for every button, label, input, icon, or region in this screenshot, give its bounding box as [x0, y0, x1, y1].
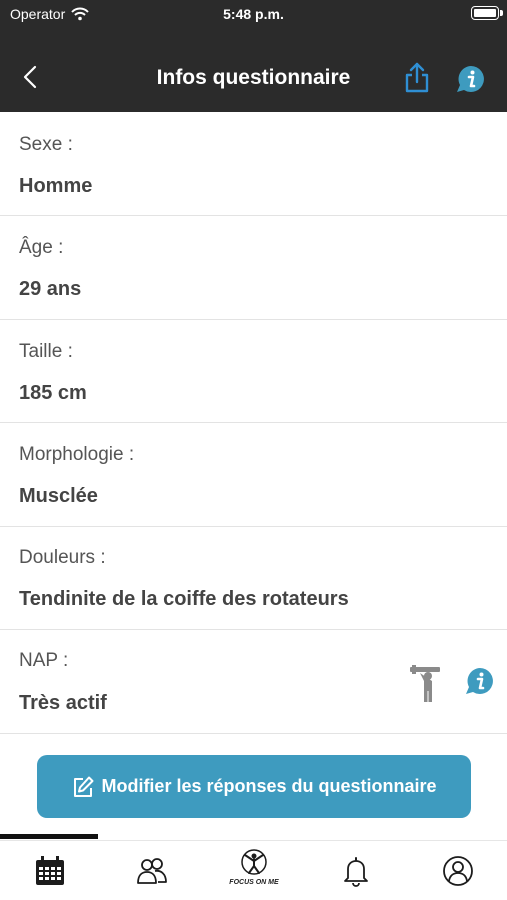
edit-questionnaire-button[interactable]: Modifier les réponses du questionnaire: [37, 755, 471, 818]
tab-focus-on-me[interactable]: FOCUS ON ME: [226, 847, 282, 895]
info-bubble-icon[interactable]: [464, 666, 496, 696]
tab-notifications[interactable]: [334, 849, 378, 893]
tab-calendar[interactable]: [28, 849, 72, 893]
worker-carrying-icon: [410, 665, 440, 702]
status-time: 5:48 p.m.: [223, 6, 284, 22]
battery-icon: [471, 6, 499, 20]
field-value: Très actif: [19, 692, 107, 714]
field-label: Sexe :: [19, 134, 73, 155]
field-value: 29 ans: [19, 278, 82, 300]
field-value: Homme: [19, 175, 93, 197]
field-label: NAP :: [19, 650, 69, 671]
field-row-douleurs: Douleurs : Tendinite de la coiffe des ro…: [0, 527, 507, 630]
battery-tip: [500, 10, 503, 16]
status-bar: Operator 5:48 p.m.: [0, 0, 507, 30]
share-icon[interactable]: [403, 62, 431, 94]
bell-icon: [344, 857, 368, 887]
edit-button-label: Modifier les réponses du questionnaire: [101, 776, 437, 796]
info-bubble-icon[interactable]: [455, 64, 487, 94]
field-value: Musclée: [19, 485, 98, 507]
scroll-indicator: [0, 834, 98, 839]
group-icon: [137, 858, 167, 884]
field-label: Âge :: [19, 237, 64, 258]
focus-logo-text: FOCUS ON ME: [229, 879, 279, 886]
field-label: Morphologie :: [19, 444, 135, 465]
field-row-taille: Taille : 185 cm: [0, 320, 507, 423]
navigation-bar: Infos questionnaire: [0, 30, 507, 112]
field-label: Douleurs :: [19, 547, 106, 568]
tab-users[interactable]: [130, 849, 174, 893]
focus-on-me-logo: [241, 849, 267, 875]
edit-icon: [74, 776, 94, 797]
field-row-age: Âge : 29 ans: [0, 216, 507, 320]
field-row-sexe: Sexe : Homme: [0, 112, 507, 216]
tab-bar: FOCUS ON ME: [0, 840, 507, 900]
field-value: Tendinite de la coiffe des rotateurs: [19, 588, 349, 610]
field-row-morphologie: Morphologie : Musclée: [0, 423, 507, 527]
calendar-icon: [36, 856, 64, 885]
field-value: 185 cm: [19, 382, 87, 404]
field-label: Taille :: [19, 341, 73, 362]
tab-profile[interactable]: [436, 849, 480, 893]
user-circle-icon: [443, 856, 473, 886]
